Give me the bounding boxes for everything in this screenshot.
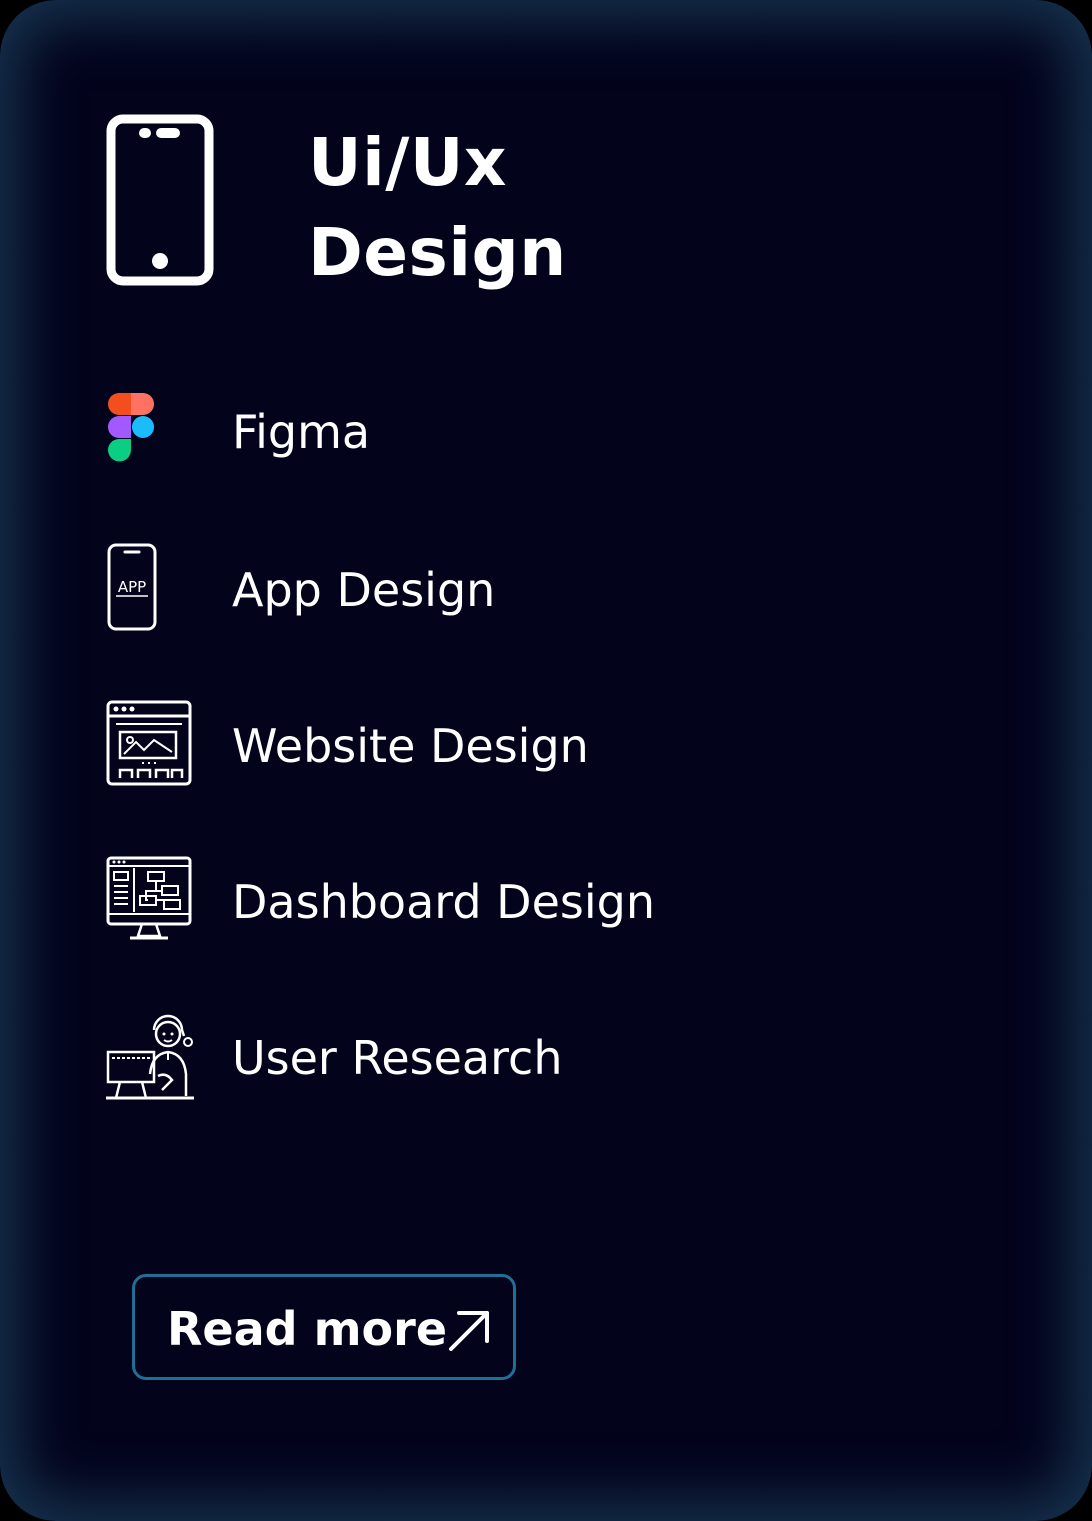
dashboard-monitor-icon	[106, 856, 192, 940]
service-label: User Research	[232, 1031, 563, 1085]
service-label: Website Design	[232, 719, 589, 773]
service-item-website-design: Website Design	[106, 700, 906, 800]
app-phone-icon: APP	[107, 543, 157, 631]
service-card: Ui/Ux Design Figma APP App Design Websit…	[0, 0, 1092, 1521]
service-label: Dashboard Design	[232, 875, 656, 929]
read-more-button[interactable]: Read more	[132, 1274, 516, 1380]
website-icon	[106, 700, 192, 786]
service-item-dashboard-design: Dashboard Design	[106, 856, 906, 956]
figma-icon	[108, 393, 154, 462]
app-icon-text: APP	[118, 578, 146, 596]
service-item-figma: Figma	[106, 392, 906, 492]
service-label: App Design	[232, 563, 496, 617]
card-title-line2: Design	[308, 214, 567, 291]
service-item-user-research: User Research	[106, 1012, 906, 1112]
service-item-app-design: APP App Design	[106, 542, 906, 642]
arrow-up-right-icon	[449, 1311, 489, 1351]
smartphone-icon	[106, 114, 214, 286]
card-title: Ui/Ux Design	[308, 118, 808, 298]
read-more-label: Read more	[167, 1302, 448, 1356]
service-label: Figma	[232, 405, 371, 459]
user-research-icon	[106, 1014, 194, 1100]
card-title-line1: Ui/Ux	[308, 124, 507, 201]
